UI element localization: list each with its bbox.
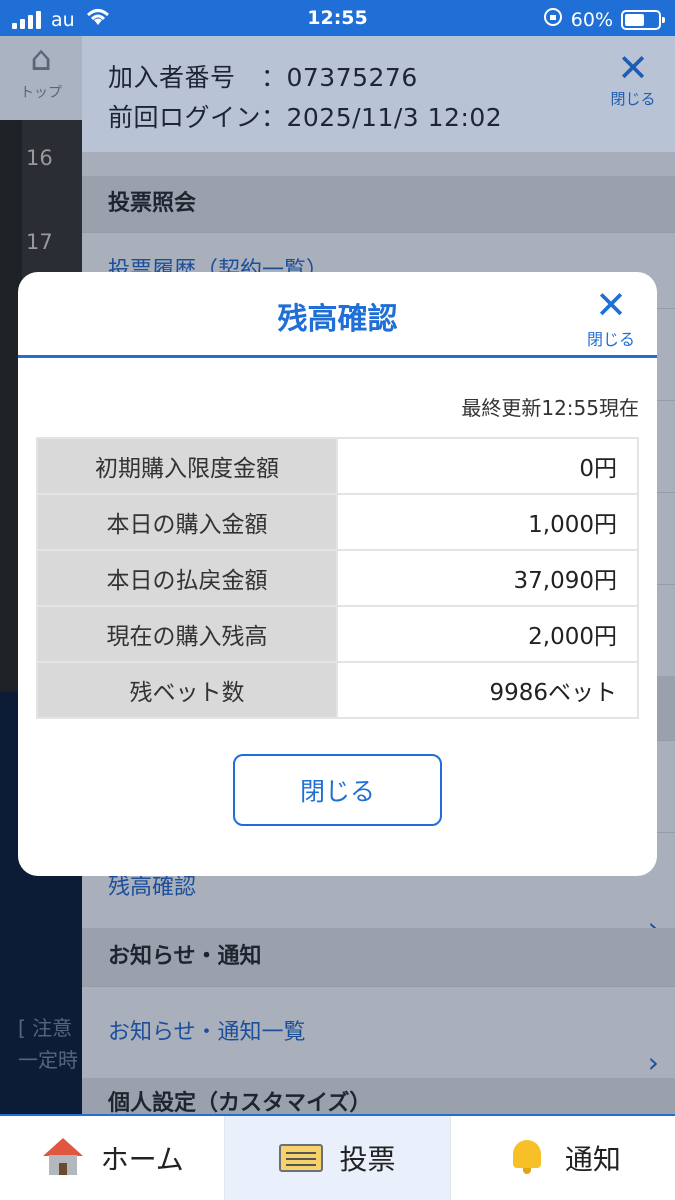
bell-icon: [505, 1138, 549, 1178]
section-personal-settings: 個人設定（カスタマイズ）: [82, 1078, 675, 1114]
modal-header: 残高確認 ✕ 閉じる: [18, 272, 657, 358]
balance-modal: 残高確認 ✕ 閉じる 最終更新12:55現在 初期購入限度金額 0円 本日の購入…: [18, 272, 657, 876]
house-icon: [41, 1138, 85, 1178]
row-value: 2,000円: [336, 605, 639, 663]
table-row: 残ベット数 9986ベット: [36, 661, 639, 719]
section-vote-inquiry: 投票照会: [82, 176, 675, 232]
tab-home[interactable]: ホーム: [0, 1116, 226, 1200]
calendar-day[interactable]: 17: [26, 230, 53, 254]
member-number: 加入者番号 ：07375276: [108, 63, 418, 92]
notice-text: [ 注意 一定時: [18, 1012, 82, 1076]
last-login: 前回ログイン：2025/11/3 12:02: [108, 103, 503, 132]
home-outline-icon: ⌂: [30, 39, 52, 79]
balance-table: 初期購入限度金額 0円 本日の購入金額 1,000円 本日の払戻金額 37,09…: [36, 437, 639, 719]
panel-close-button[interactable]: ✕ 閉じる: [607, 48, 659, 109]
panel-close-label: 閉じる: [610, 90, 656, 108]
modal-close-button[interactable]: ✕ 閉じる: [581, 286, 641, 350]
close-icon: ✕: [617, 46, 649, 90]
close-icon: ✕: [595, 283, 627, 327]
table-row: 初期購入限度金額 0円: [36, 437, 639, 495]
ticket-icon: [279, 1138, 324, 1178]
close-button[interactable]: 閉じる: [233, 754, 442, 826]
notice-line: 一定時: [18, 1048, 78, 1072]
tab-label: ホーム: [100, 1143, 184, 1176]
row-value: 9986ベット: [336, 661, 639, 719]
tab-label: 投票: [339, 1143, 396, 1176]
tab-label: 通知: [564, 1143, 621, 1176]
section-notifications: お知らせ・通知: [82, 928, 675, 986]
row-label: 本日の払戻金額: [36, 549, 338, 607]
battery-fill: [625, 13, 644, 26]
menu-row-notification-list[interactable]: お知らせ・通知一覧 ›: [82, 986, 675, 1079]
notice-line: [ 注意: [18, 1016, 73, 1040]
row-value: 0円: [336, 437, 639, 495]
modal-title: 残高確認: [277, 302, 398, 337]
calendar-day[interactable]: 16: [26, 146, 53, 170]
status-right: 60%: [543, 7, 665, 32]
row-label: 残ベット数: [36, 661, 338, 719]
tab-notifications[interactable]: 通知: [451, 1116, 675, 1200]
table-row: 本日の払戻金額 37,090円: [36, 549, 639, 607]
modal-close-label: 閉じる: [586, 330, 635, 349]
tab-vote[interactable]: 投票: [225, 1116, 451, 1200]
row-label: 初期購入限度金額: [36, 437, 338, 495]
rotation-lock-icon: [543, 7, 563, 32]
menu-row-label: 残高確認: [108, 875, 197, 900]
last-updated: 最終更新12:55現在: [461, 396, 639, 420]
menu-row-label: お知らせ・通知一覧: [108, 1020, 306, 1045]
top-nav-label: トップ: [20, 85, 62, 101]
table-row: 現在の購入残高 2,000円: [36, 605, 639, 663]
status-bar: au 12:55 60%: [0, 0, 675, 36]
row-label: 現在の購入残高: [36, 605, 338, 663]
row-value: 37,090円: [336, 549, 639, 607]
row-value: 1,000円: [336, 493, 639, 551]
battery-icon: [621, 9, 665, 30]
top-nav-button[interactable]: ⌂ トップ: [0, 36, 82, 120]
bottom-tab-bar: ホーム 投票 通知: [0, 1114, 675, 1200]
row-label: 本日の購入金額: [36, 493, 338, 551]
account-header: 加入者番号 ：07375276 前回ログイン：2025/11/3 12:02 ✕…: [82, 36, 675, 152]
table-row: 本日の購入金額 1,000円: [36, 493, 639, 551]
battery-percent: 60%: [570, 8, 613, 31]
